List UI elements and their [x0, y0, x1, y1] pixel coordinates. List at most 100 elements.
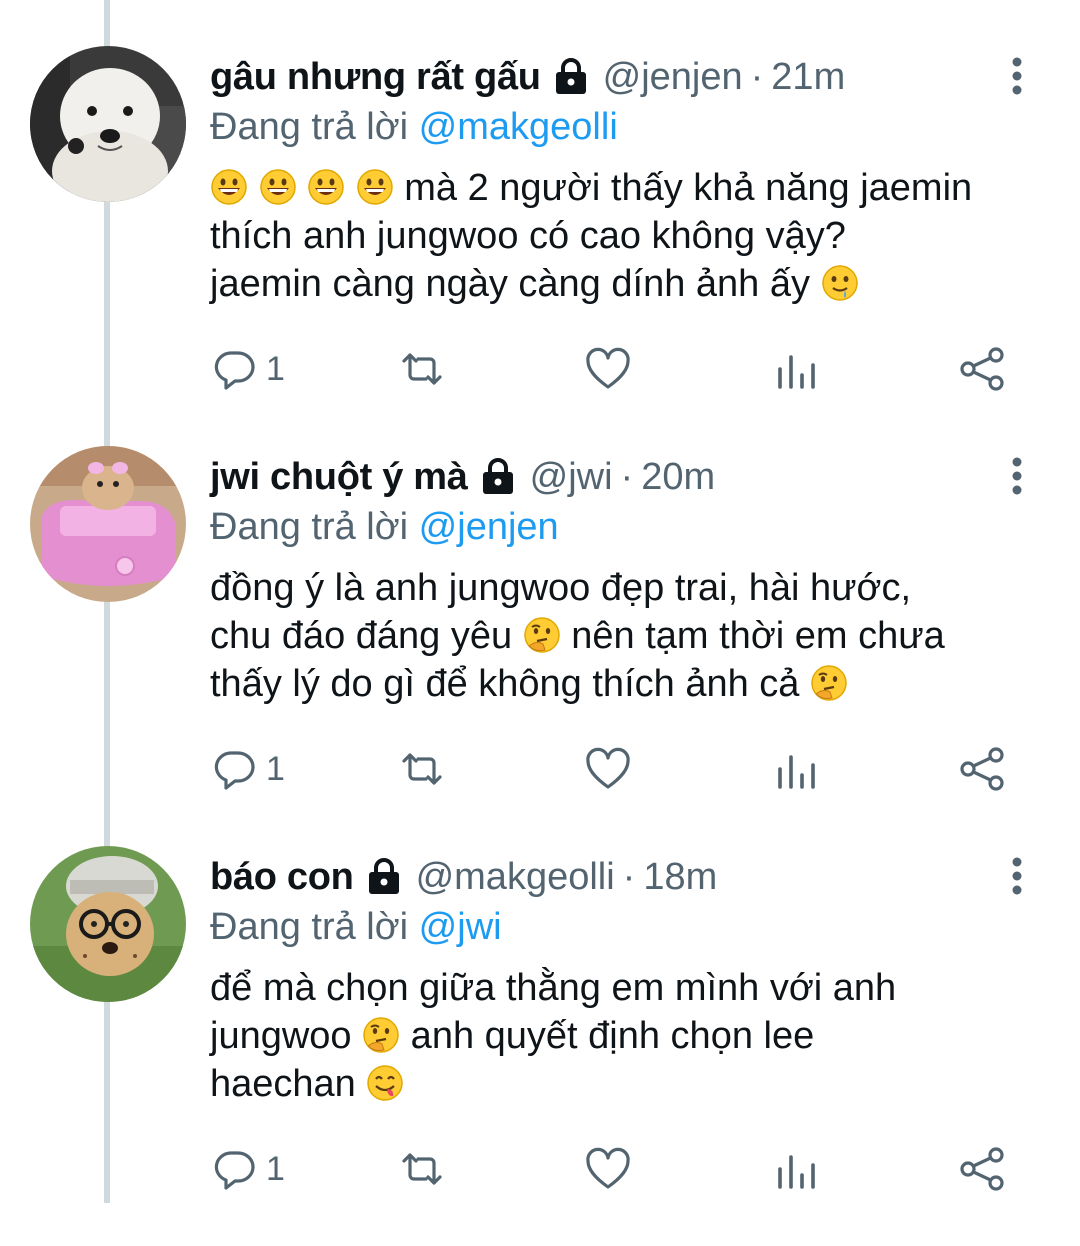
- tweet-text: để mà chọn giữa thằng em mình với anh ju…: [210, 964, 1050, 1108]
- separator: ·: [750, 55, 764, 98]
- share-button[interactable]: [958, 744, 1006, 794]
- tweet-header: jwi chuột ý mà @jwi · 20m: [210, 446, 715, 508]
- reply-button[interactable]: 1: [210, 744, 285, 794]
- separator: ·: [620, 455, 634, 498]
- tweet-text-segment: haechan: [210, 1063, 367, 1105]
- tweet-text-line: thấy lý do gì để không thích ảnh cả: [210, 660, 1050, 708]
- tweet[interactable]: báo con @makgeolli · 18m Đang trả lời @j…: [0, 846, 1080, 1246]
- avatar[interactable]: [30, 46, 186, 202]
- tweet-text-line: thích anh jungwoo có cao không vậy?: [210, 212, 1050, 260]
- tweet-text-segment: chu đáo đáng yêu: [210, 615, 523, 657]
- more-vertical-icon[interactable]: [1000, 854, 1034, 898]
- analytics-icon: [778, 755, 815, 789]
- handle[interactable]: @makgeolli: [416, 856, 615, 899]
- timestamp[interactable]: 18m: [643, 856, 717, 899]
- drooling-face-emoji: [821, 264, 859, 302]
- more-vertical-icon[interactable]: [1000, 54, 1034, 98]
- retweet-icon: [402, 753, 442, 785]
- tweet-actions: 1: [210, 1144, 1030, 1194]
- avatar[interactable]: [30, 446, 186, 602]
- like-button[interactable]: [584, 744, 632, 794]
- share-icon: [960, 747, 1004, 791]
- handle[interactable]: @jenjen: [603, 56, 743, 99]
- retweet-icon: [402, 1153, 442, 1185]
- reply-count: 1: [266, 749, 285, 788]
- more-vertical-icon[interactable]: [1000, 454, 1034, 498]
- tweet-text-line: chu đáo đáng yêu nên tạm thời em chưa: [210, 612, 1050, 660]
- analytics-button[interactable]: [772, 744, 820, 794]
- replying-label: Đang trả lời: [210, 906, 409, 948]
- tweet-header: gâu nhưng rất gấu @jenjen · 21m: [210, 46, 845, 108]
- thinking-face-emoji: [362, 1016, 400, 1054]
- tweet-text-segment: đồng ý là anh jungwoo đẹp trai, hài hước…: [210, 567, 912, 609]
- reply-icon: [214, 751, 255, 790]
- tweet-header: báo con @makgeolli · 18m: [210, 846, 717, 908]
- tweet-actions: 1: [210, 744, 1030, 794]
- tweet-text-line: jaemin càng ngày càng dính ảnh ấy: [210, 260, 1050, 308]
- heart-icon: [586, 347, 630, 389]
- analytics-button[interactable]: [772, 344, 820, 394]
- analytics-icon: [778, 1155, 815, 1189]
- tweet-text-line: haechan: [210, 1060, 1050, 1108]
- reply-count: 1: [266, 1149, 285, 1188]
- tweet-text-line: mà 2 người thấy khả năng jaemin: [210, 164, 1050, 212]
- reply-count: 1: [266, 349, 285, 388]
- share-button[interactable]: [958, 344, 1006, 394]
- tweet-text: mà 2 người thấy khả năng jaemin thích an…: [210, 164, 1050, 308]
- share-icon: [960, 347, 1004, 391]
- grinning-face-emoji: [356, 168, 394, 206]
- grinning-face-emoji: [307, 168, 345, 206]
- retweet-button[interactable]: [398, 744, 446, 794]
- display-name[interactable]: jwi chuột ý mà: [210, 456, 468, 499]
- lock-icon: [478, 458, 518, 496]
- display-name[interactable]: gâu nhưng rất gấu: [210, 56, 541, 99]
- tweet[interactable]: gâu nhưng rất gấu @jenjen · 21m Đang trả…: [0, 46, 1080, 446]
- display-name[interactable]: báo con: [210, 856, 354, 899]
- replying-label: Đang trả lời: [210, 106, 409, 148]
- replying-to: Đang trả lời @jenjen: [210, 506, 559, 549]
- replying-to-handle[interactable]: @makgeolli: [419, 106, 618, 148]
- replying-to: Đang trả lời @makgeolli: [210, 106, 618, 149]
- retweet-button[interactable]: [398, 1144, 446, 1194]
- tweet-text-segment: nên tạm thời em chưa: [560, 615, 945, 657]
- yum-face-emoji: [366, 1064, 404, 1102]
- heart-icon: [586, 1147, 630, 1189]
- lock-icon: [551, 58, 591, 96]
- heart-icon: [586, 747, 630, 789]
- like-button[interactable]: [584, 1144, 632, 1194]
- tweet-actions: 1: [210, 344, 1030, 394]
- analytics-button[interactable]: [772, 1144, 820, 1194]
- analytics-icon: [778, 355, 815, 389]
- tweet[interactable]: jwi chuột ý mà @jwi · 20m Đang trả lời @…: [0, 446, 1080, 846]
- tweet-text-line: đồng ý là anh jungwoo đẹp trai, hài hước…: [210, 564, 1050, 612]
- tweet-text-line: jungwoo anh quyết định chọn lee: [210, 1012, 1050, 1060]
- lock-icon: [364, 858, 404, 896]
- tweet-text-line: để mà chọn giữa thằng em mình với anh: [210, 964, 1050, 1012]
- avatar[interactable]: [30, 846, 186, 1002]
- share-icon: [960, 1147, 1004, 1191]
- replying-label: Đang trả lời: [210, 506, 409, 548]
- grinning-face-emoji: [210, 168, 248, 206]
- share-button[interactable]: [958, 1144, 1006, 1194]
- tweet-text-segment: mà 2 người thấy khả năng jaemin: [393, 167, 973, 209]
- retweet-icon: [402, 353, 442, 385]
- replying-to: Đang trả lời @jwi: [210, 906, 502, 949]
- replying-to-handle[interactable]: @jenjen: [419, 506, 559, 548]
- tweet-text-segment: thích anh jungwoo có cao không vậy?: [210, 215, 846, 257]
- reply-icon: [214, 351, 255, 390]
- tweet-text-segment: thấy lý do gì để không thích ảnh cả: [210, 663, 810, 705]
- reply-button[interactable]: 1: [210, 1144, 285, 1194]
- thinking-face-emoji: [523, 616, 561, 654]
- replying-to-handle[interactable]: @jwi: [419, 906, 502, 948]
- tweet-text: đồng ý là anh jungwoo đẹp trai, hài hước…: [210, 564, 1050, 708]
- like-button[interactable]: [584, 344, 632, 394]
- tweet-text-segment: jungwoo: [210, 1015, 363, 1057]
- retweet-button[interactable]: [398, 344, 446, 394]
- thinking-face-emoji: [810, 664, 848, 702]
- reply-icon: [214, 1151, 255, 1190]
- reply-button[interactable]: 1: [210, 344, 285, 394]
- handle[interactable]: @jwi: [530, 456, 613, 499]
- grinning-face-emoji: [259, 168, 297, 206]
- timestamp[interactable]: 21m: [771, 56, 845, 99]
- timestamp[interactable]: 20m: [641, 456, 715, 499]
